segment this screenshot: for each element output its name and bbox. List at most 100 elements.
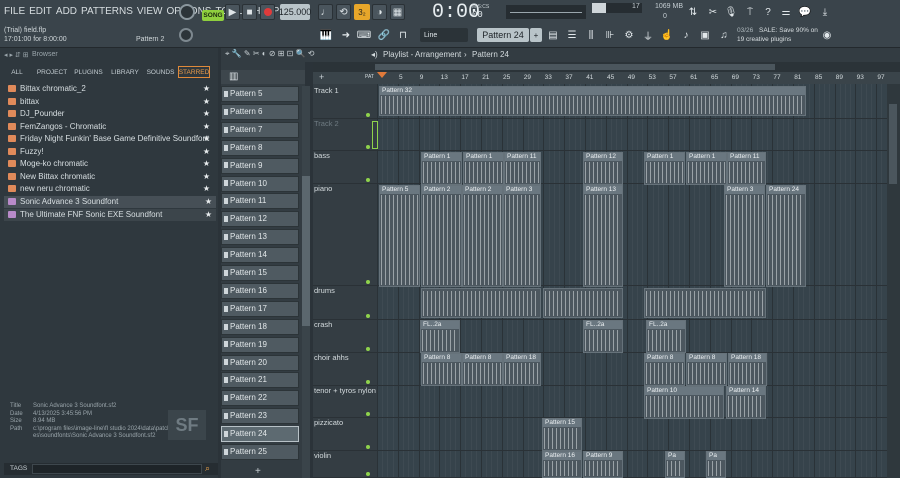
news-text[interactable]: SALE: Save 90% on xyxy=(759,27,818,34)
browser-item[interactable]: new neru chromatic ★ xyxy=(8,183,214,195)
track-mute-indicator[interactable] xyxy=(366,472,370,476)
track-mute-indicator[interactable] xyxy=(366,445,370,449)
wait-input-button[interactable]: ⟲ xyxy=(336,4,351,20)
master-pitch-knob[interactable] xyxy=(179,28,193,42)
star-icon[interactable]: ★ xyxy=(203,83,210,95)
cut-icon[interactable]: ✂ xyxy=(705,4,721,20)
playlist-top-scroll[interactable] xyxy=(313,62,900,72)
playlist-clip[interactable]: Pa xyxy=(706,451,726,478)
playlist-clip[interactable]: Pattern 2 xyxy=(421,185,462,287)
pattern-list-item[interactable]: Pattern 10 xyxy=(221,175,299,192)
tab-project[interactable]: PROJECT xyxy=(34,63,70,81)
star-icon[interactable]: ★ xyxy=(203,146,210,158)
video-icon[interactable]: ▣ xyxy=(697,28,713,42)
browser-item[interactable]: Moge-ko chromatic ★ xyxy=(8,158,214,170)
download-icon[interactable]: ⤓ xyxy=(817,4,833,20)
menu-add[interactable]: ADD xyxy=(56,6,77,17)
blend-notes-button[interactable]: ▦ xyxy=(390,4,405,20)
snap-magnet-icon[interactable]: ⊓ xyxy=(395,28,411,42)
help-icon[interactable]: ? xyxy=(760,4,776,20)
piano-keys-icon[interactable]: 🎹 xyxy=(318,28,334,42)
pattern-selector[interactable]: Pattern 24 xyxy=(477,28,529,42)
typing-keyboard-icon[interactable]: ⌨ xyxy=(356,28,372,42)
speaker-icon[interactable]: ◂) xyxy=(371,50,378,59)
playlist-scrollbar[interactable] xyxy=(887,84,900,478)
pattern-list-item[interactable]: Pattern 12 xyxy=(221,211,299,228)
browser-item[interactable]: FemZangos - Chromatic ★ xyxy=(8,121,214,133)
snap-selector[interactable]: Line xyxy=(420,28,468,42)
playlist-clip[interactable]: Pattern 32 xyxy=(379,86,806,116)
link-icon[interactable]: 🔗 xyxy=(376,28,392,42)
drum-clip[interactable] xyxy=(644,288,766,318)
pattern-list-item[interactable]: Pattern 21 xyxy=(221,372,299,389)
pattern-list-item[interactable]: Pattern 16 xyxy=(221,282,299,299)
pattern-list-item[interactable]: Pattern 7 xyxy=(221,121,299,138)
track-name[interactable]: Track 1 xyxy=(314,86,339,95)
track-name[interactable]: bass xyxy=(314,151,330,160)
search-icon[interactable]: ⌕ xyxy=(205,463,210,474)
add-track-icon[interactable]: + xyxy=(319,72,324,82)
playlist-clip[interactable]: Pa xyxy=(665,451,685,478)
track-name[interactable]: pizzicato xyxy=(314,418,343,427)
browser-item[interactable]: bittax ★ xyxy=(8,96,214,108)
pattern-list-item[interactable]: Pattern 17 xyxy=(221,300,299,317)
add-pattern-button[interactable]: + xyxy=(530,28,542,42)
master-pitch-icon[interactable]: ⇅ xyxy=(685,4,701,20)
track-name[interactable]: tenor + tyros nylon xyxy=(314,386,376,395)
playlist-clip[interactable]: Pattern 14 xyxy=(726,386,766,419)
pattern-list-item[interactable]: Pattern 23 xyxy=(221,408,299,425)
play-button[interactable]: ▶ xyxy=(225,4,240,20)
star-icon[interactable]: ★ xyxy=(203,133,210,145)
playlist-clip[interactable]: Pattern 1 xyxy=(644,152,685,185)
pattern-list-item[interactable]: Pattern 24 xyxy=(221,426,299,443)
pattern-list-item[interactable]: Pattern 6 xyxy=(221,103,299,120)
star-icon[interactable]: ★ xyxy=(205,196,212,208)
microphone-icon[interactable]: 🎙 xyxy=(723,4,739,20)
star-icon[interactable]: ★ xyxy=(203,121,210,133)
track-mute-indicator[interactable] xyxy=(366,314,370,318)
globe-icon[interactable]: ◉ xyxy=(820,28,834,42)
playlist-clip[interactable]: Pattern 12 xyxy=(583,152,623,185)
track-name[interactable]: drums xyxy=(314,286,335,295)
add-pattern-plus-icon[interactable]: + xyxy=(255,466,261,477)
playlist-clip[interactable]: Pattern 2 xyxy=(462,185,503,287)
track-name[interactable]: violin xyxy=(314,451,331,460)
star-icon[interactable]: ★ xyxy=(203,158,210,170)
stop-button[interactable]: ■ xyxy=(242,4,257,20)
browser-item[interactable]: Fuzzy! ★ xyxy=(8,146,214,158)
playlist-clip[interactable]: Pattern 18 xyxy=(503,353,541,386)
track-name[interactable]: piano xyxy=(314,184,332,193)
playlist-clip[interactable]: Pattern 8 xyxy=(421,353,462,386)
star-icon[interactable]: ★ xyxy=(203,96,210,108)
menu-patterns[interactable]: PATTERNS xyxy=(81,6,133,17)
pattern-list-item[interactable]: Pattern 11 xyxy=(221,193,299,210)
channel-rack-icon[interactable]: ⫼ xyxy=(583,28,599,42)
playlist-clip[interactable]: Pattern 1 xyxy=(686,152,727,185)
record-button[interactable] xyxy=(260,4,275,20)
pattern-list-item[interactable]: Pattern 25 xyxy=(221,444,299,460)
pattern-list-item[interactable]: Pattern 8 xyxy=(221,139,299,156)
pattern-list-item[interactable]: Pattern 20 xyxy=(221,354,299,371)
touch-controller-icon[interactable]: ☝ xyxy=(659,28,675,42)
track-name[interactable]: Track 2 xyxy=(314,119,339,128)
arrow-right-icon[interactable]: ➜ xyxy=(338,28,354,42)
browser-item[interactable]: The Ultimate FNF Sonic EXE Soundfont ★ xyxy=(4,209,216,221)
menu-file[interactable]: FILE xyxy=(4,6,25,17)
browser-item[interactable]: DJ_Pounder ★ xyxy=(8,108,214,120)
mixer-window-icon[interactable]: ⊪ xyxy=(602,28,618,42)
playlist-clip[interactable]: Pattern 8 xyxy=(686,353,727,386)
pattern-list-item[interactable]: Pattern 13 xyxy=(221,229,299,246)
playhead-marker[interactable] xyxy=(377,72,387,78)
browser-item[interactable]: New Bittax chromatic ★ xyxy=(8,171,214,183)
pattern-list-item[interactable]: Pattern 5 xyxy=(221,86,299,102)
playlist-clip[interactable]: FL..2a xyxy=(420,320,460,353)
pattern-list-item[interactable]: Pattern 15 xyxy=(221,265,299,281)
track-mute-indicator[interactable] xyxy=(366,347,370,351)
tab-starred[interactable]: STARRED xyxy=(178,66,210,78)
playlist-clip[interactable]: Pattern 16 xyxy=(542,451,582,478)
pattern-list-item[interactable]: Pattern 19 xyxy=(221,336,299,353)
browser-item-selected[interactable]: Sonic Advance 3 Soundfont ★ xyxy=(4,196,216,208)
browser-item[interactable]: Friday Night Funkin' Base Game Definitiv… xyxy=(8,133,214,145)
tempo-display[interactable]: 125.000 xyxy=(279,4,311,20)
playlist-tools-icons[interactable]: ⌖ 🔧 ✎ ✂ ◐ ⊘ ⊞ ⊡ 🔍 ⟲ xyxy=(225,49,314,59)
